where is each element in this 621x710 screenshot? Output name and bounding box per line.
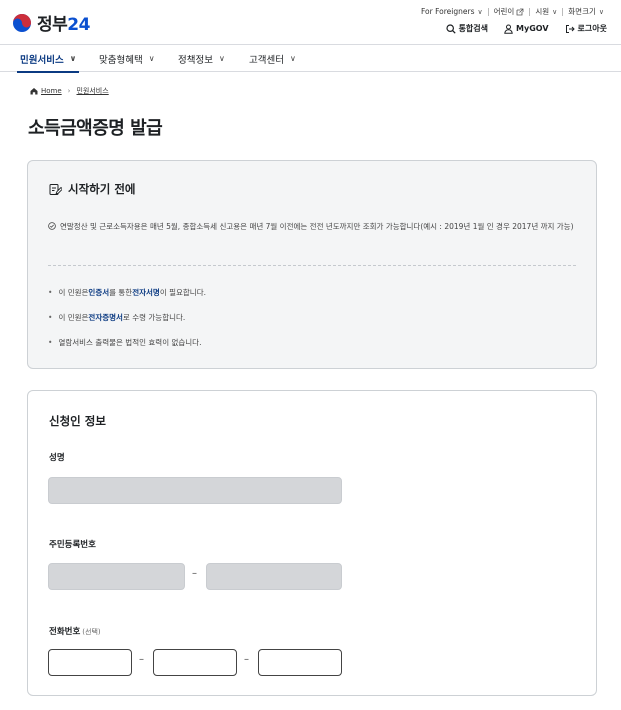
site-header: 정부24 For Foreigners ∨ 어린이 시원 ∨ 화면크기 ∨ 통합검색 … [0,0,621,45]
home-icon [30,87,38,95]
phone-optional-label: (선택) [82,628,101,636]
phone-label: 전화번호 (선택) [49,625,101,637]
name-label: 성명 [49,453,65,463]
notice-label: 연말정산 및 근로소득자용은 매년 5월, 종합소득세 신고용은 매년 7월 이… [60,222,574,231]
chevron-down-icon: ∨ [598,7,604,16]
search-label: 통합검색 [458,24,489,33]
nav-custom-benefits[interactable]: 맞춤형혜택 ∨ [99,45,155,72]
nav-customer-center[interactable]: 고객센터 ∨ [249,45,296,72]
user-menu: 통합검색 MyGOV 로그아웃 [430,23,607,34]
breadcrumb: Home › 민원서비스 [30,86,109,96]
bullet-strong: 전자증명서 [88,313,123,322]
bullet-dot: • [48,338,53,347]
bullet-text: 이 필요합니다. [159,288,206,297]
bullet-text: 를 통한 [109,288,133,297]
taegeuk-icon [13,13,31,32]
external-link-icon [516,8,524,15]
kids-label: 어린이 [493,7,515,16]
phone-label-text: 전화번호 [49,627,81,637]
rrn-dash: – [192,568,197,579]
applicant-info-title: 신청인 정보 [49,414,106,428]
gov24-logo[interactable]: 정부24 [12,10,90,35]
rrn-label: 주민등록번호 [49,540,96,550]
chevron-down-icon: ∨ [148,54,155,63]
screen-size-label: 화면크기 [568,7,596,16]
bullet-dot: • [48,313,53,322]
applicant-info-box: 신청인 정보 성명 주민등록번호 – 전화번호 (선택) – – [27,390,597,696]
nav-civil-service[interactable]: 민원서비스 ∨ [16,45,80,73]
for-foreigners-menu[interactable]: For Foreigners ∨ [416,7,488,16]
bullet-strong: 인증서 [88,288,110,297]
city-label: 시원 [535,7,550,16]
bullet-e-certificate: • 이 민원은 전자증명서 로 수령 가능합니다. [48,312,185,323]
check-circle-icon [48,222,56,233]
user-icon [504,24,513,34]
bullet-strong: 전자서명 [132,288,160,297]
logout-button[interactable]: 로그아웃 [565,23,607,34]
integrated-search-button[interactable]: 통합검색 [445,23,489,34]
before-start-box: 시작하기 전에 연말정산 및 근로소득자용은 매년 5월, 종합소득세 신고용은… [27,160,597,369]
rrn-front-input[interactable] [48,563,185,590]
chevron-down-icon: ∨ [552,7,558,16]
search-icon [445,23,456,34]
dashed-divider [48,265,576,266]
for-foreigners-label: For Foreigners [421,7,475,16]
bullet-text: 이 민원은 [58,288,89,297]
notice-text: 연말정산 및 근로소득자용은 매년 5월, 종합소득세 신고용은 매년 7월 이… [48,220,578,233]
kids-link[interactable]: 어린이 [489,6,530,17]
logo-text: 정부 [37,15,68,35]
checklist-edit-icon [49,183,62,196]
phone-part2-input[interactable] [153,649,237,676]
phone-part3-input[interactable] [258,649,342,676]
bullet-legal-effect: • 열람서비스 출력물은 법적인 효력이 없습니다. [48,337,201,348]
mygov-label: MyGOV [516,24,549,33]
bullet-text: 로 수령 가능합니다. [122,313,186,322]
main-navigation: 민원서비스 ∨ 맞춤형혜택 ∨ 정책정보 ∨ 고객센터 ∨ [0,45,621,73]
screen-size-menu[interactable]: 화면크기 ∨ [563,6,609,17]
bullet-text: 이 민원은 [58,313,89,322]
nav-label: 맞춤형혜택 [99,54,143,66]
before-start-heading: 시작하기 전에 [49,181,135,197]
phone-dash-1: – [139,654,144,665]
bullet-dot: • [48,288,53,297]
nav-label: 민원서비스 [20,54,64,66]
phone-part1-input[interactable] [48,649,132,676]
chevron-down-icon: ∨ [218,54,225,63]
breadcrumb-current[interactable]: 민원서비스 [76,86,108,96]
logo-number: 24 [67,15,90,35]
mygov-button[interactable]: MyGOV [504,24,549,34]
chevron-right-icon: › [67,87,71,95]
phone-dash-2: – [244,654,249,665]
rrn-back-input[interactable] [206,563,342,590]
logout-icon [565,24,575,34]
chevron-down-icon: ∨ [69,54,77,63]
name-input[interactable] [48,477,342,504]
chevron-down-icon: ∨ [477,7,483,16]
nav-label: 정책정보 [178,54,213,66]
before-start-title: 시작하기 전에 [68,182,136,196]
chevron-down-icon: ∨ [289,54,296,63]
nav-policy-info[interactable]: 정책정보 ∨ [178,45,225,72]
bullet-text: 열람서비스 출력물은 법적인 효력이 없습니다. [58,338,202,347]
page-title: 소득금액증명 발급 [28,118,163,139]
bullet-signature: • 이 민원은 인증서 를 통한 전자서명 이 필요합니다. [48,287,206,298]
utility-menu: For Foreigners ∨ 어린이 시원 ∨ 화면크기 ∨ [416,6,609,17]
breadcrumb-home[interactable]: Home [41,87,62,95]
nav-label: 고객센터 [249,54,284,66]
logout-label: 로그아웃 [577,24,607,33]
city-menu[interactable]: 시원 ∨ [530,6,562,17]
